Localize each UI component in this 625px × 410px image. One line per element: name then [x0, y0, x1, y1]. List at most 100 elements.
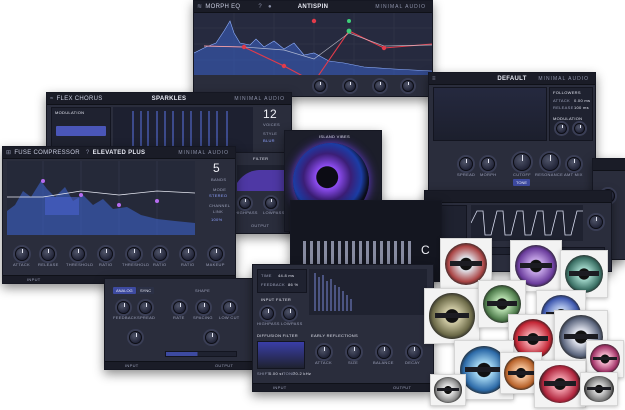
time-value[interactable]: 44.8 ms	[278, 273, 294, 278]
reverb-output-label: OUTPUT	[393, 385, 412, 390]
attack-label: ATTACK	[553, 98, 570, 103]
diffusion-filter-label: DIFFUSION FILTER	[257, 333, 298, 338]
reverb-size-knob[interactable]	[347, 345, 361, 359]
voices-value[interactable]: 12	[263, 107, 277, 121]
mod-knob-a[interactable]	[556, 123, 567, 134]
wave-display[interactable]	[471, 205, 583, 241]
preset-card[interactable]	[424, 288, 480, 344]
reverb-lowpass-knob[interactable]	[283, 307, 296, 320]
rift-mix-knob[interactable]	[129, 331, 142, 344]
rift-slider[interactable]	[165, 351, 237, 357]
shift-knob[interactable]	[314, 80, 326, 92]
feedback-value[interactable]: 86 %	[288, 282, 298, 287]
fuse-release-label: RELEASE	[38, 262, 59, 267]
fuse-makeup-knob[interactable]	[209, 247, 223, 261]
cluster-preset-name[interactable]: DEFAULT	[497, 76, 526, 82]
preset-card[interactable]	[580, 372, 618, 406]
reverb-input-label: INPUT	[273, 385, 287, 390]
rift-low-cut-knob[interactable]	[223, 301, 236, 314]
cluster-delay-window: ≡ DEFAULT MINIMAL AUDIO FOLLOWERS ATTACK…	[428, 72, 596, 202]
cluster-morph-knob[interactable]	[481, 157, 495, 171]
fuse-logo-icon: ⊞	[6, 150, 12, 156]
morph-eq-spectrum-display[interactable]	[194, 13, 432, 75]
shift-value[interactable]: 0.00 st	[269, 371, 283, 376]
center-art-label: ISLAND VIBES	[319, 134, 350, 139]
early-reflections-label: EARLY REFLECTIONS	[311, 333, 358, 338]
wave-titlebar	[425, 191, 611, 203]
fuse-ratio-knob-2[interactable]	[153, 247, 167, 261]
reverb-footer: INPUT OUTPUT	[253, 383, 433, 391]
reverb-window: TIME 44.8 ms FEEDBACK 86 % INPUT FILTER …	[252, 264, 434, 392]
reverb-time-panel: TIME 44.8 ms FEEDBACK 86 %	[257, 269, 307, 293]
reverb-highpass-label: HIGHPASS	[257, 321, 280, 326]
lowpass-knob[interactable]	[265, 197, 277, 209]
scale-knob[interactable]	[402, 80, 414, 92]
fuse-preset-name[interactable]: ELEVATED PLUS	[93, 150, 146, 156]
reverb-highpass-knob[interactable]	[261, 307, 274, 320]
cluster-cutoff-knob[interactable]	[513, 153, 531, 171]
fuse-ratio-knob-3[interactable]	[181, 247, 195, 261]
style-value[interactable]: BLUR	[263, 138, 275, 143]
fuse-threshold-label-2: THRESHOLD	[122, 262, 150, 267]
help-icon[interactable]: ?	[258, 4, 262, 10]
sequencer-value-letter: C	[421, 243, 430, 257]
analog-button[interactable]: ANALOG	[113, 287, 136, 294]
reverb-impulse-display[interactable]	[309, 269, 427, 315]
attack-value[interactable]: 0.00 ms	[574, 98, 590, 103]
preset-card[interactable]	[534, 360, 586, 408]
reverb-balance-knob[interactable]	[377, 345, 391, 359]
morph-eq-preset-name[interactable]: ANTISPIN	[298, 4, 328, 10]
flex-preset-name[interactable]: SPARKLES	[152, 96, 187, 102]
preset-card[interactable]	[430, 374, 466, 406]
reverb-balance-label: BALANCE	[373, 360, 394, 365]
cluster-menu-icon[interactable]: ≡	[432, 76, 436, 82]
fuse-brand: MINIMAL AUDIO	[178, 149, 229, 156]
fuse-attack-knob[interactable]	[15, 247, 29, 261]
rift-rate-knob[interactable]	[173, 301, 186, 314]
link-value[interactable]: 100%	[211, 217, 222, 222]
fuse-release-knob[interactable]	[41, 247, 55, 261]
reverb-size-label: SIZE	[348, 360, 359, 365]
release-value[interactable]: 100 ms	[574, 105, 589, 110]
reverb-decay-label: DECAY	[405, 360, 420, 365]
rift-spread-knob[interactable]	[139, 301, 152, 314]
sequencer-steps[interactable]	[303, 241, 415, 265]
mod-knob-b[interactable]	[574, 123, 585, 134]
tone-value[interactable]: 70.2 kHz	[293, 371, 311, 376]
fuse-threshold-knob-2[interactable]	[127, 247, 141, 261]
flex-filter-window: FILTER HIGHPASS LOWPASS OUTPUT	[232, 152, 290, 234]
cluster-spread-knob[interactable]	[459, 157, 473, 171]
cluster-amt-mix-knob[interactable]	[567, 157, 581, 171]
fuse-help-icon[interactable]: ?	[86, 150, 90, 156]
rift-feedback-label: FEEDBACK	[113, 315, 137, 320]
rift-spacing-knob[interactable]	[197, 301, 210, 314]
fuse-band-display[interactable]	[7, 161, 195, 235]
reverb-decay-knob[interactable]	[407, 345, 421, 359]
rift-tone-knob[interactable]	[205, 331, 218, 344]
flex-mod-bar[interactable]	[56, 126, 106, 136]
bands-value[interactable]: 5	[213, 161, 220, 175]
flex-logo-icon: ≈	[50, 95, 54, 102]
mode-value[interactable]: STEREO	[209, 193, 227, 198]
sync-button[interactable]: SYNC	[137, 287, 155, 294]
fuse-ratio-knob-1[interactable]	[99, 247, 113, 261]
flex-modulation-label: MODULATION	[55, 110, 85, 115]
channel-label: CHANNEL	[209, 203, 231, 208]
filter-curve[interactable]	[237, 165, 285, 191]
filter-label: FILTER	[253, 156, 269, 161]
cutoff-mode-button[interactable]: TONE	[513, 179, 531, 186]
diffusion-display[interactable]	[257, 341, 305, 369]
cluster-display[interactable]	[433, 87, 547, 141]
cluster-resonance-knob[interactable]	[541, 153, 559, 171]
fuse-compressor-window: ⊞ FUSE COMPRESSOR ? ELEVATED PLUS MINIMA…	[2, 146, 236, 284]
user-icon[interactable]: ●	[268, 4, 272, 10]
cluster-brand: MINIMAL AUDIO	[538, 75, 589, 82]
spread-knob[interactable]	[374, 80, 386, 92]
warp-knob[interactable]	[344, 80, 356, 92]
rift-feedback-knob[interactable]	[117, 301, 130, 314]
flex-title: FLEX CHORUS	[56, 95, 103, 102]
highpass-knob[interactable]	[239, 197, 251, 209]
fuse-threshold-knob-1[interactable]	[71, 247, 85, 261]
wave-knob-right[interactable]	[589, 215, 603, 229]
reverb-attack-knob[interactable]	[317, 345, 331, 359]
